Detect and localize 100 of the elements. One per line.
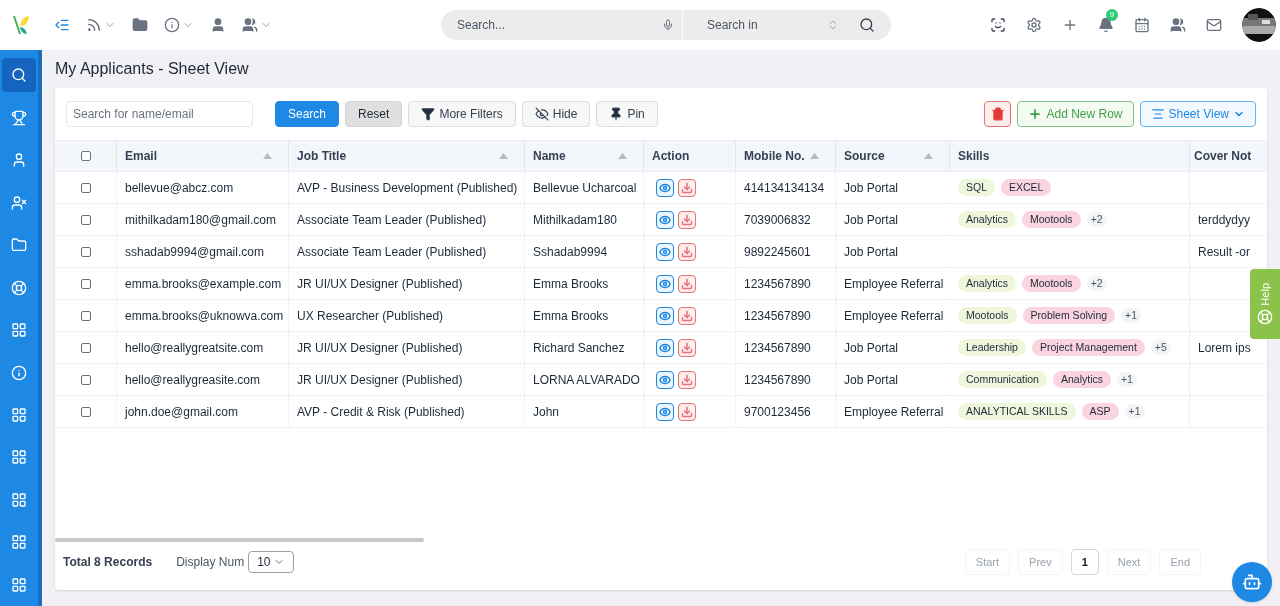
skill-tag: Mootools bbox=[1022, 210, 1081, 229]
up-down-icon bbox=[827, 19, 839, 31]
chatbot-button[interactable] bbox=[1232, 562, 1272, 602]
scan-icon[interactable] bbox=[990, 17, 1006, 33]
view-button[interactable] bbox=[656, 242, 674, 261]
column-header[interactable]: Mobile No. bbox=[736, 141, 836, 171]
rss-icon[interactable] bbox=[86, 17, 102, 33]
checkbox[interactable] bbox=[80, 310, 91, 321]
download-button[interactable] bbox=[678, 338, 696, 357]
checkbox[interactable] bbox=[80, 214, 91, 225]
plus-icon bbox=[1028, 107, 1043, 121]
skill-tag: ANALYTICAL SKILLS bbox=[958, 402, 1076, 421]
table-cell: 7039006832 bbox=[736, 204, 836, 236]
calendar-icon[interactable] bbox=[1134, 17, 1150, 33]
view-button[interactable] bbox=[656, 210, 674, 229]
table-cell: Mithilkadam180 bbox=[525, 204, 644, 236]
checkbox[interactable] bbox=[80, 406, 91, 417]
horizontal-scrollbar[interactable] bbox=[55, 538, 424, 542]
sidebar-item[interactable] bbox=[2, 58, 36, 93]
download-button[interactable] bbox=[678, 178, 696, 197]
view-button[interactable] bbox=[656, 178, 674, 197]
menu-icon[interactable] bbox=[54, 17, 70, 33]
eye-icon bbox=[659, 341, 671, 354]
eye-icon bbox=[659, 405, 671, 418]
column-header[interactable]: Skills bbox=[950, 141, 1190, 171]
bell-icon[interactable] bbox=[1098, 17, 1114, 33]
table-cell-text: Lorem ips bbox=[1198, 339, 1251, 357]
download-icon bbox=[681, 373, 693, 386]
display-num-select[interactable]: 10 bbox=[248, 551, 295, 573]
user-icon[interactable] bbox=[210, 17, 226, 33]
team-icon[interactable] bbox=[1170, 17, 1186, 33]
sheet-view-button[interactable]: Sheet View bbox=[1139, 101, 1256, 127]
download-button[interactable] bbox=[678, 370, 696, 389]
pagination-button[interactable]: 1 bbox=[1070, 549, 1099, 575]
table-cell: hello@reallygreasite.com bbox=[117, 364, 289, 396]
mic-icon[interactable] bbox=[662, 19, 674, 31]
table-cell: Employee Referral bbox=[836, 396, 950, 428]
skill-tag: Mootools bbox=[1022, 274, 1081, 293]
checkbox[interactable] bbox=[80, 342, 91, 353]
table-cell: john.doe@gmail.com bbox=[117, 396, 289, 428]
skill-tag: ASP bbox=[1081, 402, 1119, 421]
column-header[interactable]: Job Title bbox=[289, 141, 525, 171]
table-cell: Job Portal bbox=[836, 204, 950, 236]
grid-icon bbox=[11, 449, 27, 466]
eye-icon bbox=[659, 213, 671, 226]
hide-button[interactable]: Hide bbox=[521, 101, 591, 127]
more-skills-count: +1 bbox=[1116, 371, 1137, 388]
table-cell: 414134134134 bbox=[736, 172, 836, 204]
users-icon[interactable] bbox=[242, 17, 258, 33]
view-button[interactable] bbox=[656, 306, 674, 325]
table-cell: Employee Referral bbox=[836, 300, 950, 332]
search-field[interactable]: Search... bbox=[441, 16, 611, 34]
skill-tag: Mootools bbox=[958, 306, 1017, 325]
name-email-search-field[interactable]: Search for name/email bbox=[66, 101, 253, 127]
search-button[interactable]: Search bbox=[275, 101, 340, 127]
column-header[interactable]: Email bbox=[117, 141, 289, 171]
download-button[interactable] bbox=[678, 306, 696, 325]
info-icon[interactable] bbox=[164, 17, 180, 33]
eye-icon bbox=[659, 373, 671, 386]
checkbox[interactable] bbox=[80, 374, 91, 385]
view-button[interactable] bbox=[656, 402, 674, 421]
download-button[interactable] bbox=[678, 210, 696, 229]
table-cell: emma.brooks@uknowva.com bbox=[117, 300, 289, 332]
view-button[interactable] bbox=[656, 274, 674, 293]
skill-tag: Project Management bbox=[1031, 338, 1145, 357]
page-title: My Applicants - Sheet View bbox=[55, 59, 250, 79]
settings-icon[interactable] bbox=[1026, 17, 1042, 33]
search-icon[interactable] bbox=[859, 17, 875, 33]
pin-button[interactable]: Pin bbox=[596, 101, 658, 127]
download-button[interactable] bbox=[678, 274, 696, 293]
table-cell: AVP - Credit & Risk (Published) bbox=[289, 396, 525, 428]
column-header[interactable]: Action bbox=[644, 141, 736, 171]
column-header[interactable]: Cover Not bbox=[1190, 141, 1267, 171]
reset-button[interactable]: Reset bbox=[345, 101, 403, 127]
column-header[interactable]: Name bbox=[525, 141, 644, 171]
view-button[interactable] bbox=[656, 370, 674, 389]
folder-icon[interactable] bbox=[132, 17, 148, 33]
download-button[interactable] bbox=[678, 402, 696, 421]
checkbox[interactable] bbox=[80, 278, 91, 289]
checkbox[interactable] bbox=[80, 246, 91, 257]
table-cell: Emma Brooks bbox=[525, 268, 644, 300]
skill-tag: Analytics bbox=[958, 210, 1016, 229]
checkbox[interactable] bbox=[80, 151, 91, 161]
search-scope-select[interactable]: Search in bbox=[683, 16, 843, 34]
table-cell: JR UI/UX Designer (Published) bbox=[289, 364, 525, 396]
table-cell: Employee Referral bbox=[836, 268, 950, 300]
lines-icon bbox=[1150, 107, 1165, 121]
more-filters-button[interactable]: More Filters bbox=[408, 101, 516, 127]
view-button[interactable] bbox=[656, 338, 674, 357]
mail-icon[interactable] bbox=[1206, 17, 1222, 33]
grid-icon bbox=[11, 491, 27, 508]
search-icon bbox=[11, 67, 27, 84]
download-icon bbox=[681, 181, 693, 194]
checkbox[interactable] bbox=[80, 182, 91, 193]
plus-icon[interactable] bbox=[1062, 17, 1078, 33]
delete-button[interactable] bbox=[984, 101, 1012, 127]
download-button[interactable] bbox=[678, 242, 696, 261]
table-cell: Job Portal bbox=[836, 332, 950, 364]
trophy-icon bbox=[11, 109, 27, 126]
column-header[interactable]: Source bbox=[836, 141, 950, 171]
